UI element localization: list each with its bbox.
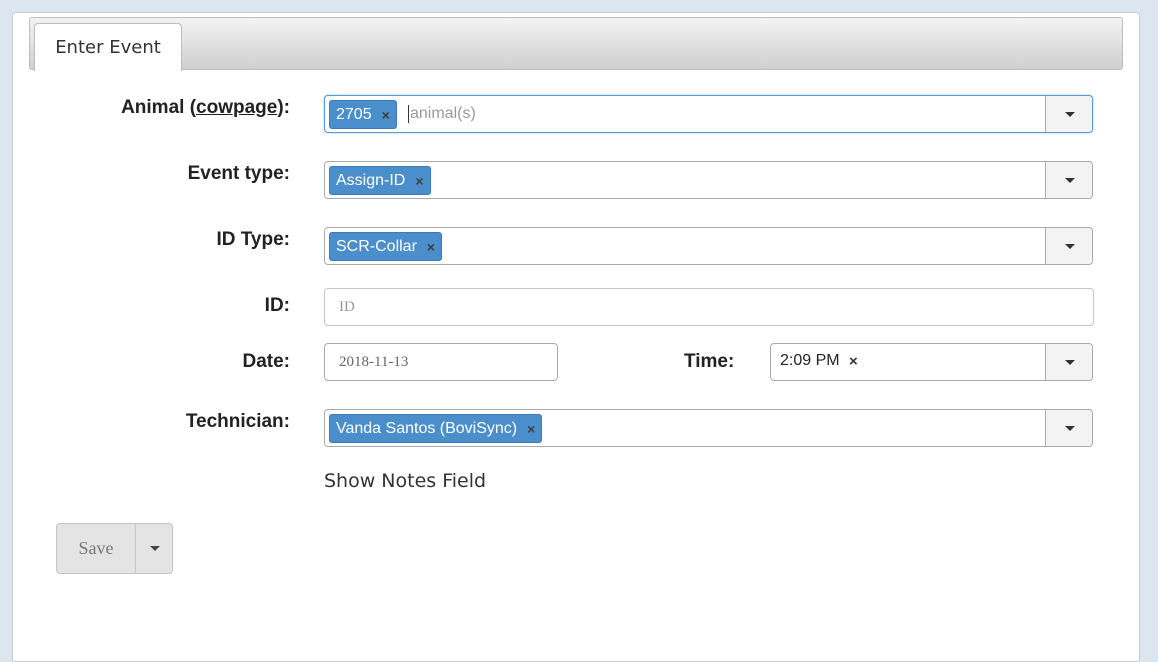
event-type-select[interactable]: Assign-ID × (324, 161, 1093, 199)
id-input[interactable]: ID (324, 288, 1094, 326)
event-type-dropdown-icon[interactable] (1045, 162, 1092, 198)
id-type-dropdown-icon[interactable] (1045, 228, 1092, 264)
date-label: Date: (242, 351, 290, 372)
id-type-chip: SCR-Collar × (329, 232, 443, 261)
animal-search-input[interactable]: animal(s) (408, 105, 476, 123)
tab-enter-event[interactable]: Enter Event (34, 23, 182, 71)
id-placeholder: ID (339, 299, 355, 315)
technician-select[interactable]: Vanda Santos (BoviSync) × (324, 409, 1093, 447)
time-select[interactable]: 2:09 PM × (770, 343, 1093, 381)
tab-bar: Enter Event (29, 17, 1123, 71)
clear-time-icon[interactable]: × (849, 353, 858, 370)
remove-event-type-icon[interactable]: × (415, 173, 423, 189)
id-type-label: ID Type: (216, 229, 290, 250)
event-type-label: Event type: (187, 163, 290, 184)
save-button-group: Save (56, 523, 173, 574)
technician-chip: Vanda Santos (BoviSync) × (329, 414, 543, 443)
remove-technician-icon[interactable]: × (527, 421, 535, 437)
date-input[interactable]: 2018-11-13 (324, 343, 558, 381)
date-value: 2018-11-13 (339, 354, 409, 370)
event-type-chip: Assign-ID × (329, 166, 431, 195)
technician-label: Technician: (185, 411, 290, 432)
save-button[interactable]: Save (57, 524, 135, 573)
cowpage-link[interactable]: cowpage (196, 97, 277, 118)
animal-label: Animal (cowpage): (121, 97, 290, 118)
animal-dropdown-icon[interactable] (1045, 96, 1092, 132)
id-label: ID: (264, 295, 290, 316)
remove-animal-icon[interactable]: × (382, 107, 390, 123)
remove-id-type-icon[interactable]: × (427, 239, 435, 255)
time-dropdown-icon[interactable] (1045, 344, 1092, 380)
save-options-caret-icon[interactable] (135, 524, 172, 573)
time-value: 2:09 PM (780, 352, 840, 369)
show-notes-link[interactable]: Show Notes Field (324, 470, 486, 492)
time-label: Time: (684, 351, 735, 372)
animal-select[interactable]: 2705 × animal(s) (324, 95, 1093, 133)
id-type-select[interactable]: SCR-Collar × (324, 227, 1093, 265)
animal-chip: 2705 × (329, 100, 397, 129)
technician-dropdown-icon[interactable] (1045, 410, 1092, 446)
